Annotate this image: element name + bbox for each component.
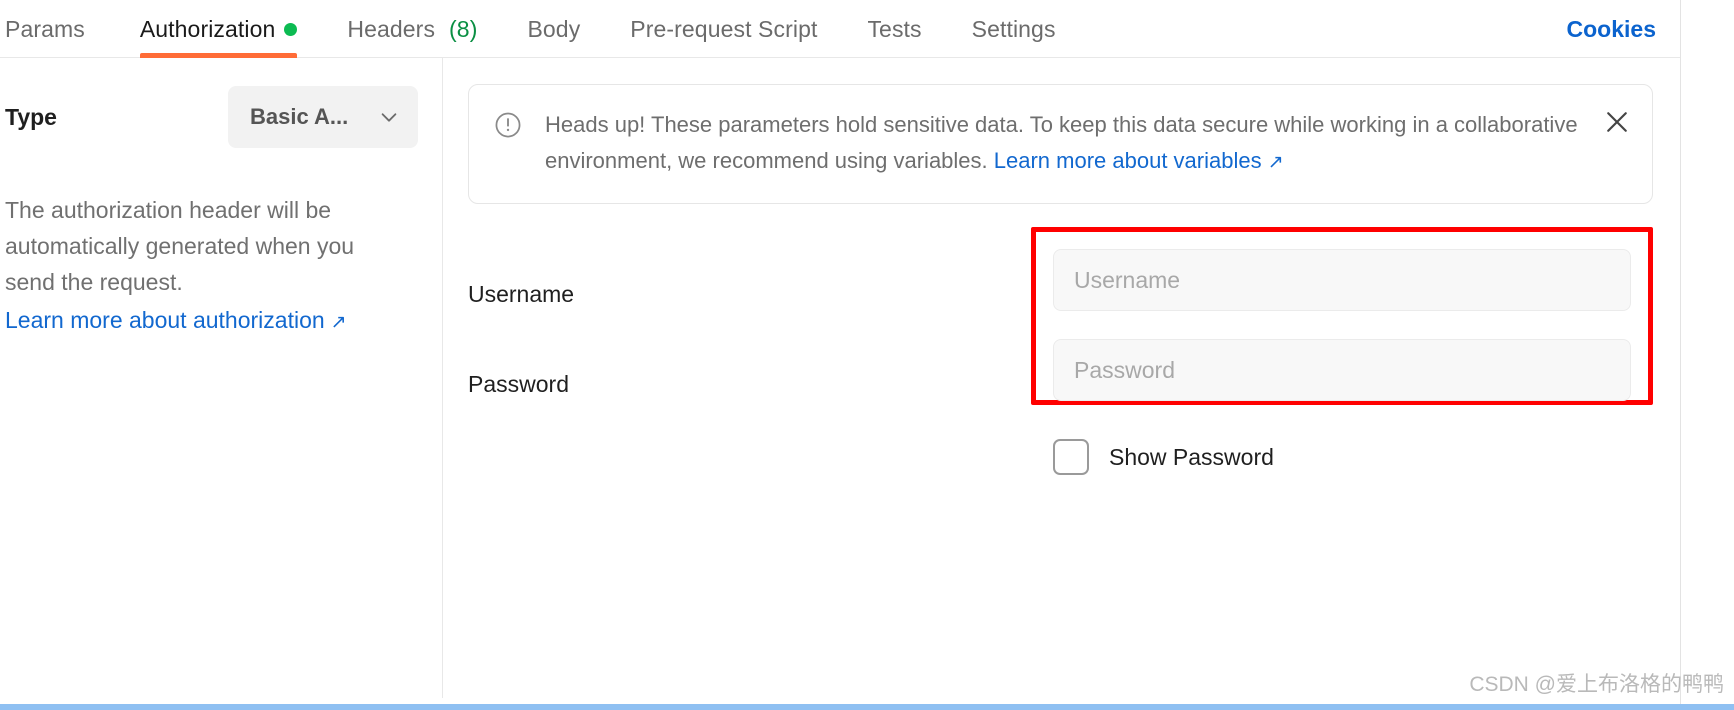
- info-circle-icon: [495, 112, 521, 138]
- auth-type-sidebar: Type Basic A... The authorization header…: [0, 58, 443, 698]
- tab-list: Params Authorization Headers (8) Body Pr…: [0, 0, 1081, 58]
- learn-more-variables-link[interactable]: Learn more about variables ↗: [994, 148, 1284, 173]
- tab-tests-label: Tests: [867, 15, 922, 42]
- cookies-link[interactable]: Cookies: [1567, 0, 1656, 58]
- request-tab-bar: Params Authorization Headers (8) Body Pr…: [0, 0, 1680, 58]
- tab-authorization-label: Authorization: [139, 15, 276, 42]
- learn-more-authorization-link[interactable]: Learn more about authorization ↗: [5, 302, 347, 341]
- tab-pre-request-script[interactable]: Pre-request Script: [605, 0, 842, 58]
- auth-type-select-value: Basic A...: [250, 104, 349, 129]
- tab-headers-label: Headers: [347, 15, 436, 42]
- username-input[interactable]: [1053, 249, 1631, 311]
- tab-params[interactable]: Params: [0, 0, 115, 58]
- modified-dot-icon: [284, 22, 298, 36]
- input-spacer: [1053, 311, 1631, 339]
- password-input[interactable]: [1053, 339, 1631, 401]
- learn-more-variables-label: Learn more about variables: [993, 148, 1262, 173]
- tab-authorization[interactable]: Authorization: [115, 0, 323, 58]
- auth-type-select[interactable]: Basic A...: [228, 86, 418, 148]
- cookies-link-label: Cookies: [1566, 15, 1656, 42]
- tab-params-label: Params: [5, 15, 85, 42]
- field-label-column: Username Password: [468, 249, 988, 429]
- auth-form-area: Heads up! These parameters hold sensitiv…: [443, 58, 1680, 698]
- learn-more-authorization-label: Learn more about authorization: [5, 307, 325, 333]
- tab-body-label: Body: [527, 15, 581, 42]
- auth-type-label: Type: [5, 103, 57, 130]
- watermark: CSDN @爱上布洛格的鸭鸭: [1469, 673, 1724, 696]
- auth-description: The authorization header will be automat…: [5, 197, 355, 295]
- chevron-down-icon: [381, 113, 397, 122]
- external-link-arrow-icon: ↗: [1267, 152, 1284, 173]
- bottom-rule: [0, 704, 1734, 710]
- show-password-row[interactable]: Show Password: [1053, 439, 1274, 475]
- tab-tests[interactable]: Tests: [842, 0, 946, 58]
- sensitive-data-banner-text: Heads up! These parameters hold sensitiv…: [545, 107, 1585, 181]
- username-label: Username: [468, 280, 575, 307]
- request-editor: Params Authorization Headers (8) Body Pr…: [0, 0, 1734, 710]
- close-icon[interactable]: [1602, 107, 1632, 137]
- tab-settings[interactable]: Settings: [947, 0, 1081, 58]
- auth-type-row: Type Basic A...: [5, 86, 418, 148]
- right-rail: [1680, 0, 1734, 710]
- tab-body[interactable]: Body: [502, 0, 605, 58]
- authorization-panel: Type Basic A... The authorization header…: [0, 58, 1680, 698]
- sensitive-data-banner: Heads up! These parameters hold sensitiv…: [468, 84, 1653, 204]
- field-input-column: [1053, 249, 1631, 401]
- tab-headers[interactable]: Headers (8): [322, 0, 502, 58]
- show-password-label: Show Password: [1109, 443, 1274, 470]
- show-password-checkbox[interactable]: [1053, 439, 1089, 475]
- tab-headers-count: (8): [449, 15, 478, 42]
- tab-settings-label: Settings: [971, 15, 1056, 42]
- tab-pre-request-script-label: Pre-request Script: [630, 15, 818, 42]
- external-link-arrow-icon: ↗: [330, 312, 347, 333]
- password-label: Password: [468, 370, 569, 397]
